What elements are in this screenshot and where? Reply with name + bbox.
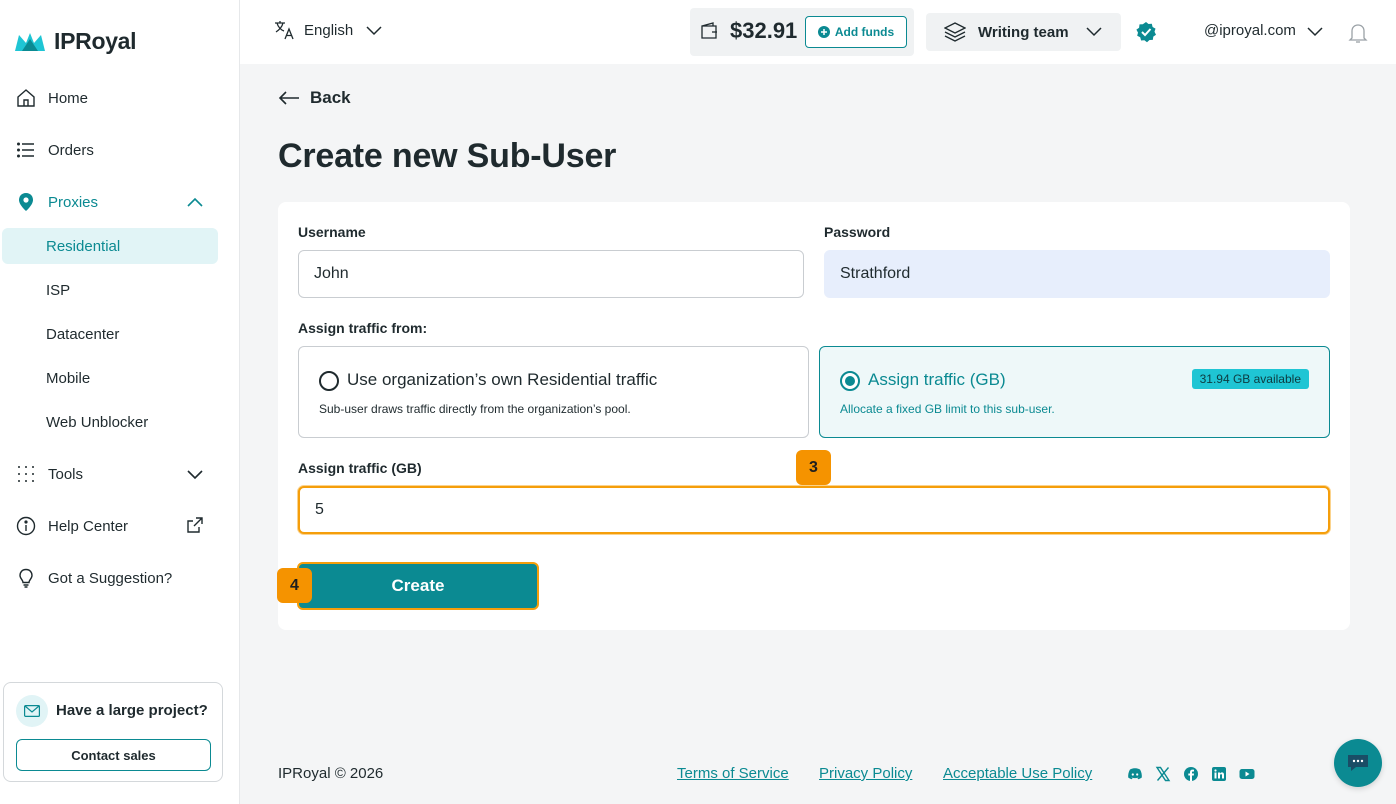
info-icon bbox=[16, 516, 36, 536]
chat-support-button[interactable] bbox=[1334, 739, 1382, 787]
sidebar-item-tools[interactable]: Tools bbox=[2, 456, 218, 492]
account-email: @iproyal.com bbox=[1204, 22, 1296, 39]
facebook-icon[interactable] bbox=[1183, 766, 1199, 782]
chat-bubble-icon bbox=[1348, 755, 1368, 771]
home-icon bbox=[16, 88, 36, 108]
page-title: Create new Sub-User bbox=[278, 137, 617, 175]
chevron-down-icon bbox=[366, 26, 382, 36]
option-description: Allocate a fixed GB limit to this sub-us… bbox=[840, 402, 1055, 416]
terms-link[interactable]: Terms of Service bbox=[677, 765, 789, 782]
add-funds-button[interactable]: Add funds bbox=[805, 16, 907, 48]
radio-button-selected[interactable] bbox=[840, 371, 860, 391]
chevron-down-icon bbox=[1307, 26, 1323, 36]
top-bar: English $32.91 Add funds Writing team @i… bbox=[240, 0, 1396, 64]
logo-text: IPRoyal bbox=[54, 28, 137, 54]
external-link-icon bbox=[187, 517, 203, 533]
lightbulb-icon bbox=[16, 568, 36, 588]
sidebar-subitem-mobile[interactable]: Mobile bbox=[2, 360, 218, 396]
chevron-down-icon bbox=[187, 470, 203, 480]
add-funds-label: Add funds bbox=[834, 25, 895, 39]
list-icon bbox=[16, 140, 36, 160]
layers-icon bbox=[944, 22, 966, 42]
available-traffic-badge: 31.94 GB available bbox=[1191, 369, 1309, 389]
wallet-icon bbox=[701, 22, 717, 39]
language-label: English bbox=[304, 21, 354, 39]
sidebar-item-suggestion[interactable]: Got a Suggestion? bbox=[2, 560, 218, 596]
promo-title: Have a large project? bbox=[56, 702, 208, 719]
step-marker-4: 4 bbox=[277, 568, 312, 603]
discord-icon[interactable] bbox=[1127, 766, 1143, 782]
password-label: Password bbox=[824, 224, 891, 240]
username-input[interactable] bbox=[298, 250, 804, 298]
contact-sales-button[interactable]: Contact sales bbox=[16, 739, 211, 771]
language-selector[interactable]: English bbox=[274, 20, 383, 40]
sidebar-item-label: Proxies bbox=[48, 193, 99, 211]
sidebar-subitem-residential[interactable]: Residential bbox=[2, 228, 218, 264]
team-name: Writing team bbox=[978, 23, 1069, 41]
back-label: Back bbox=[310, 88, 351, 107]
option-own-traffic[interactable]: Use organization’s own Residential traff… bbox=[298, 346, 809, 438]
team-selector[interactable]: Writing team bbox=[926, 13, 1121, 51]
large-project-promo: Have a large project? Contact sales bbox=[3, 682, 223, 782]
traffic-label: Assign traffic (GB) bbox=[298, 460, 422, 476]
arrow-left-icon bbox=[278, 91, 299, 105]
sidebar-item-proxies[interactable]: Proxies bbox=[2, 184, 218, 220]
password-input[interactable] bbox=[824, 250, 1330, 298]
sidebar-item-home[interactable]: Home bbox=[2, 80, 218, 116]
create-button[interactable]: Create bbox=[297, 562, 539, 610]
mail-icon bbox=[16, 695, 48, 727]
bell-icon[interactable] bbox=[1348, 22, 1368, 44]
option-title: Assign traffic (GB) bbox=[868, 370, 1006, 389]
copyright: IPRoyal © 2026 bbox=[278, 765, 384, 782]
step-marker-3: 3 bbox=[796, 450, 831, 485]
sidebar-item-label: Orders bbox=[48, 141, 94, 159]
account-menu[interactable]: @iproyal.com bbox=[1204, 22, 1324, 39]
chevron-down-icon bbox=[1086, 27, 1102, 37]
crown-logo-icon bbox=[15, 32, 45, 51]
radio-button[interactable] bbox=[319, 371, 339, 391]
traffic-gb-input[interactable] bbox=[298, 486, 1330, 534]
verified-badge-icon bbox=[1136, 22, 1156, 43]
sidebar-subitem-web-unblocker[interactable]: Web Unblocker bbox=[2, 404, 218, 440]
sidebar: IPRoyal Home Orders Proxies Residential … bbox=[0, 0, 240, 804]
youtube-icon[interactable] bbox=[1239, 766, 1255, 782]
assign-from-label: Assign traffic from: bbox=[298, 320, 428, 336]
sidebar-subitem-datacenter[interactable]: Datacenter bbox=[2, 316, 218, 352]
privacy-link[interactable]: Privacy Policy bbox=[819, 765, 912, 782]
option-assign-traffic[interactable]: Assign traffic (GB) 31.94 GB available A… bbox=[819, 346, 1330, 438]
sidebar-item-label: Tools bbox=[48, 465, 84, 483]
translate-icon bbox=[275, 21, 294, 40]
logo[interactable]: IPRoyal bbox=[14, 28, 137, 55]
sidebar-subitem-isp[interactable]: ISP bbox=[2, 272, 218, 308]
create-subuser-form: Username Password Assign traffic from: U… bbox=[278, 202, 1350, 630]
grid-dots-icon bbox=[16, 464, 36, 484]
balance-box: $32.91 Add funds bbox=[690, 8, 914, 56]
username-label: Username bbox=[298, 224, 366, 240]
sidebar-item-label: Help Center bbox=[48, 517, 129, 535]
option-description: Sub-user draws traffic directly from the… bbox=[319, 402, 631, 416]
option-title: Use organization’s own Residential traff… bbox=[347, 370, 658, 389]
balance-amount: $32.91 bbox=[730, 18, 798, 43]
acceptable-use-link[interactable]: Acceptable Use Policy bbox=[943, 765, 1092, 782]
back-link[interactable]: Back bbox=[278, 88, 351, 108]
sidebar-item-label: Got a Suggestion? bbox=[48, 569, 173, 587]
sidebar-item-label: Home bbox=[48, 89, 89, 107]
location-pin-icon bbox=[16, 192, 36, 212]
sidebar-item-orders[interactable]: Orders bbox=[2, 132, 218, 168]
chevron-up-icon bbox=[187, 197, 203, 207]
plus-circle-icon bbox=[817, 26, 830, 38]
sidebar-item-help-center[interactable]: Help Center bbox=[2, 508, 218, 544]
linkedin-icon[interactable] bbox=[1211, 766, 1227, 782]
x-icon[interactable] bbox=[1155, 766, 1171, 782]
